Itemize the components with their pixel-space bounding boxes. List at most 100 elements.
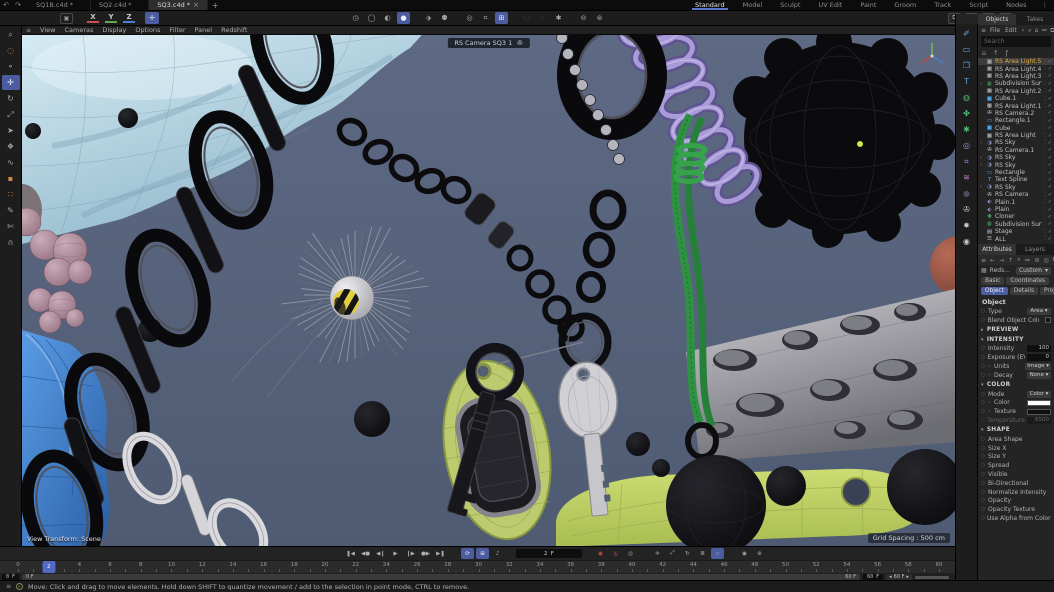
sound-toggle[interactable]: ♪: [491, 548, 504, 559]
object-render-check[interactable]: ✓: [1048, 96, 1052, 102]
object-render-check[interactable]: ✓: [1048, 155, 1052, 161]
attr-row-blend-object-color[interactable]: ○Blend Object Color: [978, 316, 1054, 325]
keyframe-dot-icon[interactable]: ○: [981, 446, 986, 451]
object-render-check[interactable]: ✓: [1048, 110, 1052, 116]
layout-tab[interactable]: Script: [960, 0, 997, 10]
redo-icon[interactable]: ↷: [12, 1, 24, 9]
timeline-option-button-2[interactable]: ⊛: [753, 548, 766, 559]
object-row[interactable]: › ■ Cube.1 ⁚ ✓: [978, 95, 1054, 102]
keyframe-dot-icon[interactable]: ○: [981, 409, 986, 414]
attr-value-units[interactable]: Image ▾: [1025, 363, 1051, 370]
object-row[interactable]: › ▦ RS Area Light.4 ⁚ ✓: [978, 65, 1054, 72]
timeline-ruler[interactable]: 0246810121416182022242628303234363840424…: [0, 560, 955, 573]
sync-icon[interactable]: ◎: [1044, 257, 1049, 264]
object-row[interactable]: › ▭ Rectangle.1 ⁚ ✓: [978, 117, 1054, 124]
attr-value-intensity[interactable]: 100: [1027, 345, 1051, 352]
document-tab[interactable]: SQ3.c4d * ×: [149, 0, 207, 10]
home-icon[interactable]: ⌂: [1034, 27, 1038, 35]
panel-tab[interactable]: Takes: [1016, 14, 1054, 25]
object-render-check[interactable]: ✓: [1048, 103, 1052, 109]
viewport-menu-icon[interactable]: ≡: [26, 27, 31, 34]
keyframe-dot-icon[interactable]: ○: [981, 373, 986, 378]
attr-value-exposure-ev-[interactable]: 0: [1027, 354, 1051, 361]
spline-smooth-tool[interactable]: ∿: [2, 155, 20, 170]
tweak-tool[interactable]: ➤: [2, 123, 20, 138]
record-rotation-toggle[interactable]: ↻: [681, 548, 694, 559]
layout-tab[interactable]: Track: [925, 0, 960, 10]
filter-f-icon[interactable]: ƒ: [1006, 49, 1008, 57]
expand-icon[interactable]: ›: [988, 409, 992, 415]
attr-row-use-alpha-from-color-texture[interactable]: ○Use Alpha from Color Texture: [978, 514, 1054, 523]
object-row[interactable]: › ✇ RS Camera.2 ⁚ ✓: [978, 110, 1054, 117]
magnet-tool[interactable]: ∩: [2, 235, 20, 250]
objects-menu-icon[interactable]: ≡: [981, 27, 986, 34]
object-row[interactable]: › ◑ RS Sky ⁚ ✓: [978, 139, 1054, 146]
attr-value-mode[interactable]: Color ▾: [1027, 391, 1051, 398]
object-visibility-toggles[interactable]: ⁚: [1044, 140, 1046, 146]
attr-row-mode[interactable]: ○ModeColor ▾: [978, 390, 1054, 399]
object-row[interactable]: › ◑ RS Sky ⁚ ✓: [978, 161, 1054, 168]
workplane-icon[interactable]: ⌗: [479, 12, 492, 24]
object-visibility-toggles[interactable]: ⁚: [1044, 103, 1046, 109]
object-render-check[interactable]: ✓: [1048, 147, 1052, 153]
viewport-menu-item[interactable]: Redshift: [221, 26, 247, 34]
primitive-cube-tool[interactable]: ❐: [958, 58, 976, 73]
attr-row-visible[interactable]: ○Visible: [978, 470, 1054, 479]
attr-row-texture[interactable]: ○›Texture: [978, 407, 1054, 416]
camera-tool[interactable]: ✇: [958, 202, 976, 217]
deformer-tool[interactable]: ✱: [958, 122, 976, 137]
axis-lock-button[interactable]: Y: [105, 13, 117, 23]
quantize-toggle[interactable]: ⊞: [476, 548, 489, 559]
attr-section-color[interactable]: ▾COLOR: [978, 380, 1054, 390]
lock-icon[interactable]: ⊘: [1035, 257, 1040, 264]
attr-swatch-texture[interactable]: [1027, 409, 1051, 415]
object-visibility-toggles[interactable]: ⁚: [1044, 66, 1046, 72]
layout-tab[interactable]: Paint: [851, 0, 885, 10]
object-visibility-toggles[interactable]: ⁚: [1044, 147, 1046, 153]
attr-value-decay[interactable]: None ▾: [1027, 372, 1051, 379]
points-mode-button[interactable]: ∷: [2, 187, 20, 202]
object-row[interactable]: › ⬖ Plain.1 ⁚ ✓: [978, 198, 1054, 205]
keyframe-dot-icon[interactable]: ○: [981, 481, 986, 486]
object-visibility-toggles[interactable]: ⁚: [1044, 162, 1046, 168]
status-menu-icon[interactable]: ≡: [6, 583, 11, 590]
home-icon[interactable]: ⌂: [982, 49, 986, 57]
layout-tab[interactable]: Model: [734, 0, 772, 10]
layout-tab[interactable]: Nodes: [997, 0, 1035, 10]
object-render-check[interactable]: ✓: [1048, 59, 1052, 65]
playback-loop-toggle[interactable]: ⟳: [461, 548, 474, 559]
object-row[interactable]: › ◍ Subdivision Surface.1 ⁚ ✓: [978, 80, 1054, 87]
attr-tab-button[interactable]: Basic: [981, 277, 1004, 285]
object-row[interactable]: › ▭ Rectangle ⁚ ✓: [978, 169, 1054, 176]
previous-key-button[interactable]: ◀●: [359, 548, 372, 559]
environment-tool[interactable]: ●: [958, 186, 976, 201]
object-visibility-toggles[interactable]: ⁚: [1044, 96, 1046, 102]
object-render-check[interactable]: ✓: [1048, 81, 1052, 87]
object-render-check[interactable]: ✓: [1048, 88, 1052, 94]
goto-end-button[interactable]: ▶❚: [434, 548, 447, 559]
record-active-objects-button[interactable]: ◉: [594, 548, 607, 559]
expand-icon[interactable]: ›: [988, 400, 992, 406]
snap-off-icon[interactable]: ◌: [520, 12, 533, 24]
keyframe-dot-icon[interactable]: ○: [981, 392, 986, 397]
goto-start-button[interactable]: ❚◀: [344, 548, 357, 559]
attr-tab-button[interactable]: Details: [1010, 287, 1038, 295]
attr-row-units[interactable]: ○›UnitsImage ▾: [978, 362, 1054, 371]
viewport-menu-item[interactable]: Cameras: [64, 26, 93, 34]
object-render-check[interactable]: ✓: [1048, 184, 1052, 190]
next-key-button[interactable]: ●▶: [419, 548, 432, 559]
object-row[interactable]: › ▦ RS Area Light.3 ⁚ ✓: [978, 73, 1054, 80]
object-visibility-toggles[interactable]: ⁚: [1044, 221, 1046, 227]
axis-mode-toggle[interactable]: ✛: [145, 12, 159, 24]
spline-pen-tool[interactable]: ✐: [958, 26, 976, 41]
attr-row-opacity[interactable]: ○Opacity: [978, 497, 1054, 506]
object-render-check[interactable]: ✓: [1048, 162, 1052, 168]
viewport-menu-item[interactable]: Display: [102, 26, 126, 34]
current-frame-field[interactable]: 2 F: [516, 549, 582, 558]
keyframe-dot-icon[interactable]: ○: [981, 309, 986, 314]
fields-tool[interactable]: ≋: [958, 170, 976, 185]
object-visibility-toggles[interactable]: ⁚: [1044, 184, 1046, 190]
object-render-check[interactable]: ✓: [1048, 236, 1052, 242]
half-shade-icon[interactable]: ◐: [381, 12, 394, 24]
attr-row-opacity-texture[interactable]: ○Opacity Texture: [978, 505, 1054, 514]
